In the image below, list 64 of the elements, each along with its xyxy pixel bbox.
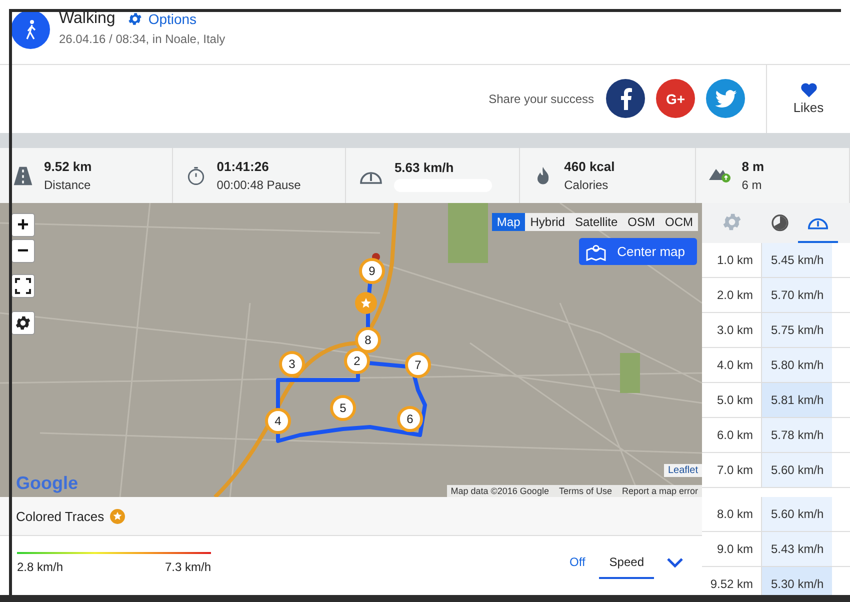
- route-marker[interactable]: 6: [397, 406, 423, 432]
- options-link[interactable]: Options: [127, 11, 197, 27]
- table-cell: 5.75 km/h: [762, 313, 832, 347]
- table-cell: 5.81 km/h: [762, 383, 832, 417]
- stat-label: Distance: [44, 178, 92, 192]
- mountain-icon: [708, 168, 732, 184]
- scale-min-label: 2.8 km/h: [17, 560, 64, 574]
- road-icon: [12, 164, 34, 187]
- map-type-tab[interactable]: Map: [492, 213, 526, 231]
- map-view[interactable]: 9 8 3 2 7 4 5 6 + − Map Hybrid Satellite OSM OCM Center map Google Leaflet Map data ©2016 Google Terms of Use Report a map error: [0, 203, 702, 497]
- chevron-down-icon[interactable]: [666, 557, 684, 569]
- star-icon: [360, 297, 372, 309]
- table-cell: 5.60 km/h: [762, 453, 832, 487]
- table-cell: 5.78 km/h: [762, 418, 832, 452]
- share-label: Share your success: [488, 92, 594, 106]
- activity-title: Walking: [59, 10, 116, 28]
- fullscreen-button[interactable]: [11, 274, 35, 298]
- table-cell: 5.80 km/h: [762, 348, 832, 382]
- leaflet-link[interactable]: Leaflet: [664, 464, 702, 477]
- stat-label: 6 m: [742, 178, 763, 192]
- zoom-in-button[interactable]: +: [11, 213, 35, 237]
- route-marker[interactable]: 2: [344, 348, 370, 374]
- stat-value: 5.63 km/h: [394, 160, 455, 175]
- terms-link[interactable]: Terms of Use: [558, 486, 612, 496]
- route-marker[interactable]: 9: [359, 258, 385, 284]
- report-link[interactable]: Report a map error: [622, 486, 698, 496]
- stat-value: 01:41:26: [216, 159, 270, 174]
- google-plus-button[interactable]: G+: [656, 79, 695, 118]
- likes-label: Likes: [793, 100, 824, 116]
- route-marker[interactable]: 7: [405, 352, 431, 378]
- scale-max-label: 7.3 km/h: [164, 560, 211, 574]
- bird-icon: [714, 90, 736, 108]
- route-marker[interactable]: 5: [330, 395, 356, 421]
- twitter-button[interactable]: [706, 79, 745, 118]
- fullscreen-icon: [15, 278, 31, 294]
- settings-icon: [127, 11, 144, 27]
- stat-label: 00:00:48 Pause: [216, 178, 301, 192]
- route-marker[interactable]: 3: [279, 351, 305, 377]
- activity-date-location: 26.04.16 / 08:34, in Noale, Italy: [59, 32, 226, 46]
- zoom-out-button[interactable]: −: [11, 239, 35, 263]
- map-pin-icon: [585, 242, 608, 260]
- center-map-button[interactable]: Center map: [579, 238, 697, 265]
- stat-label: Calories: [564, 178, 610, 192]
- stat-value: 8 m: [742, 159, 764, 174]
- stopwatch-icon: [770, 212, 790, 232]
- stat-value: 9.52 km: [44, 159, 92, 174]
- settings-icon: [14, 314, 32, 332]
- facebook-icon: [620, 88, 632, 110]
- table-cell: 5.60 km/h: [762, 497, 832, 531]
- table-cell: 5.70 km/h: [762, 278, 832, 312]
- colored-traces-title: Colored Traces: [16, 508, 104, 524]
- trace-mode-tab[interactable]: Speed: [599, 547, 654, 579]
- table-cell: 5.43 km/h: [762, 532, 832, 566]
- table-cell: 5.45 km/h: [762, 243, 832, 277]
- map-data-credit: Map data ©2016 Google: [450, 486, 549, 496]
- route-marker[interactable]: 8: [355, 327, 381, 353]
- map-settings-button[interactable]: [11, 311, 35, 335]
- heart-icon: [800, 82, 818, 98]
- settings-icon: [721, 211, 743, 233]
- map-logo: Google: [16, 473, 78, 494]
- route-marker[interactable]: 4: [265, 408, 291, 434]
- trace-mode-tab[interactable]: Off: [560, 547, 596, 579]
- stat-value: 460 kcal: [564, 159, 615, 174]
- facebook-button[interactable]: [606, 79, 645, 118]
